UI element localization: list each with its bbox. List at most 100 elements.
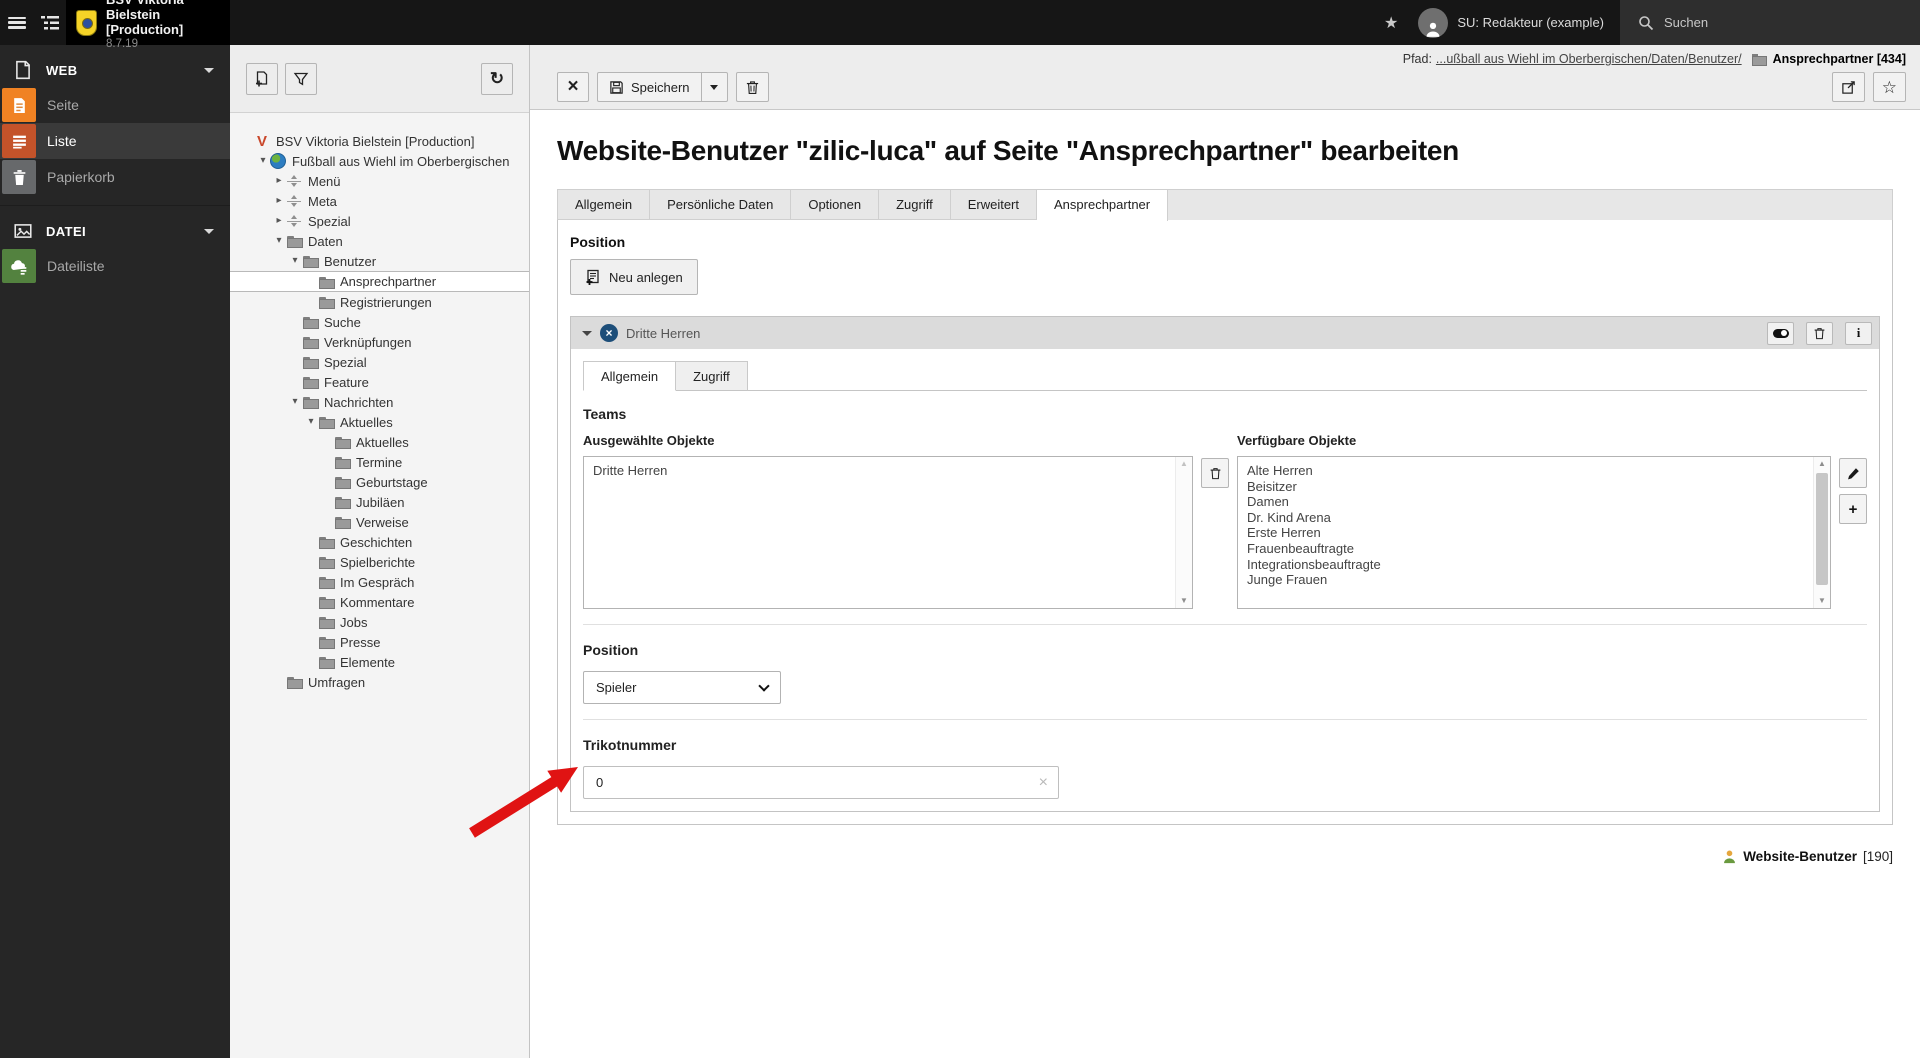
create-new-button[interactable]: Neu anlegen <box>570 259 698 295</box>
scrollbar-thumb[interactable] <box>1816 473 1828 585</box>
save-button[interactable]: Speichern <box>598 73 701 101</box>
collapse-icon[interactable]: ▾ <box>272 236 286 246</box>
listbox-option[interactable]: Dr. Kind Arena <box>1238 510 1808 526</box>
filter-button[interactable] <box>285 62 317 95</box>
inline-record-header[interactable]: × Dritte Herren i <box>571 317 1879 349</box>
tree-node-geschichten[interactable]: Geschichten <box>230 532 529 552</box>
clear-input-icon[interactable]: × <box>1039 774 1048 791</box>
open-in-new-window-button[interactable] <box>1831 72 1865 102</box>
scroll-up-icon[interactable]: ▲ <box>1176 457 1192 471</box>
expand-icon[interactable]: ▸ <box>272 176 286 186</box>
tree-node-ansprechpartner[interactable]: Ansprechpartner <box>230 271 529 292</box>
tree-node-jubil-en[interactable]: Jubiläen <box>230 492 529 512</box>
breadcrumb-path-link[interactable]: ...ußball aus Wiehl im Oberbergischen/Da… <box>1436 52 1742 66</box>
scroll-up-icon[interactable]: ▲ <box>1814 457 1830 471</box>
tree-node-im-gespr-ch[interactable]: Im Gespräch <box>230 572 529 592</box>
remove-selected-button[interactable] <box>1201 458 1229 488</box>
tab-allgemein[interactable]: Allgemein <box>583 361 677 391</box>
new-page-button[interactable] <box>246 62 278 95</box>
site-logo-block[interactable]: BSV Viktoria Bielstein [Production] 8.7.… <box>66 0 230 50</box>
listbox-option[interactable]: Beisitzer <box>1238 479 1808 495</box>
tree-node-umfragen[interactable]: Umfragen <box>230 672 529 692</box>
scroll-down-icon[interactable]: ▼ <box>1176 594 1192 608</box>
sidebar-item-papierkorb[interactable]: Papierkorb <box>0 159 230 195</box>
bookmark-button[interactable]: ☆ <box>1872 72 1906 102</box>
trikotnummer-input[interactable] <box>594 774 1039 791</box>
tab-erweitert[interactable]: Erweitert <box>950 189 1037 220</box>
collapse-icon[interactable]: ▾ <box>288 256 302 266</box>
tree-node-spezial[interactable]: Spezial <box>230 352 529 372</box>
module-group-datei-label: DATEI <box>46 223 87 239</box>
tree-node-verweise[interactable]: Verweise <box>230 512 529 532</box>
record-delete-button[interactable] <box>1806 321 1833 345</box>
bookmark-star-icon[interactable]: ★ <box>1370 13 1412 33</box>
collapse-icon[interactable]: ▾ <box>288 397 302 407</box>
tree-node-fu-ball-aus-wiehl-im-oberbergischen[interactable]: ▾ Fußball aus Wiehl im Oberbergischen <box>230 151 529 171</box>
tab-allgemein[interactable]: Allgemein <box>557 189 651 220</box>
scrollbar[interactable]: ▲ ▼ <box>1813 457 1830 608</box>
user-menu[interactable]: SU: Redakteur (example) <box>1412 0 1620 45</box>
tab-pers-nliche-daten[interactable]: Persönliche Daten <box>650 189 792 220</box>
tab-optionen[interactable]: Optionen <box>791 189 880 220</box>
listbox-option[interactable]: Integrationsbeauftragte <box>1238 557 1808 573</box>
tree-node-feature[interactable]: Feature <box>230 372 529 392</box>
tree-node-registrierungen[interactable]: Registrierungen <box>230 292 529 312</box>
tree-node-presse[interactable]: Presse <box>230 632 529 652</box>
tree-node-elemente[interactable]: Elemente <box>230 652 529 672</box>
listbox-option[interactable]: Dritte Herren <box>584 463 1170 479</box>
tree-node-geburtstage[interactable]: Geburtstage <box>230 472 529 492</box>
tree-node-aktuelles[interactable]: ▾ Aktuelles <box>230 412 529 432</box>
module-group-datei[interactable]: DATEI <box>0 214 230 248</box>
tree-node-verkn-pfungen[interactable]: Verknüpfungen <box>230 332 529 352</box>
edit-objects-button[interactable] <box>1839 458 1867 488</box>
collapse-icon[interactable]: ▾ <box>256 156 270 166</box>
save-options-button[interactable] <box>700 73 727 101</box>
toolbar-search[interactable]: Suchen <box>1620 0 1920 45</box>
tree-node-suche[interactable]: Suche <box>230 312 529 332</box>
listbox-option[interactable]: Frauenbeauftragte <box>1238 541 1808 557</box>
tree-node-kommentare[interactable]: Kommentare <box>230 592 529 612</box>
sidebar-item-liste[interactable]: Liste <box>0 123 230 159</box>
tree-node-label: Kommentare <box>340 594 415 610</box>
available-objects-listbox[interactable]: ▲ ▼ Alte Herren Beisitzer Damen Dr. Kind Ar… <box>1237 456 1831 609</box>
tree-node-spielberichte[interactable]: Spielberichte <box>230 552 529 572</box>
tree-node-aktuelles[interactable]: Aktuelles <box>230 432 529 452</box>
tree-node-men[interactable]: ▸ Menü <box>230 171 529 191</box>
tree-node-termine[interactable]: Termine <box>230 452 529 472</box>
listbox-option[interactable]: Erste Herren <box>1238 525 1808 541</box>
scroll-down-icon[interactable]: ▼ <box>1814 594 1830 608</box>
delete-button[interactable] <box>735 72 769 102</box>
tree-node-spezial[interactable]: ▸ Spezial <box>230 211 529 231</box>
tree-node-nachrichten[interactable]: ▾ Nachrichten <box>230 392 529 412</box>
tab-ansprechpartner[interactable]: Ansprechpartner <box>1037 189 1169 221</box>
scrollbar[interactable]: ▲ ▼ <box>1175 457 1192 608</box>
listbox-option[interactable]: Damen <box>1238 494 1808 510</box>
tree-node-meta[interactable]: ▸ Meta <box>230 191 529 211</box>
tab-zugriff[interactable]: Zugriff <box>879 189 951 220</box>
listbox-option[interactable]: Junge Frauen <box>1238 572 1808 588</box>
tree-node-benutzer[interactable]: ▾ Benutzer <box>230 251 529 271</box>
collapse-icon[interactable]: ▾ <box>304 417 318 427</box>
pagetree-toggle-button[interactable] <box>33 0 66 45</box>
refresh-tree-button[interactable]: ↻ <box>481 62 513 95</box>
tree-node-daten[interactable]: ▾ Daten <box>230 231 529 251</box>
tab-zugriff[interactable]: Zugriff <box>676 361 748 391</box>
selected-objects-listbox[interactable]: ▲ ▼ Dritte Herren <box>583 456 1193 609</box>
position-select[interactable]: Spieler <box>583 671 781 704</box>
tree-node-jobs[interactable]: Jobs <box>230 612 529 632</box>
expand-icon[interactable]: ▸ <box>272 216 286 226</box>
tree-node-bsv-viktoria-bielstein-production[interactable]: BSV Viktoria Bielstein [Production] <box>230 131 529 151</box>
expand-icon[interactable]: ▸ <box>272 196 286 206</box>
collapse-record-icon[interactable] <box>582 330 592 336</box>
add-object-button[interactable]: + <box>1839 494 1867 524</box>
sidebar-item-dateiliste[interactable]: Dateiliste <box>0 248 230 284</box>
module-group-web[interactable]: WEB <box>0 53 230 87</box>
modulemenu-toggle-button[interactable] <box>0 0 33 45</box>
close-button[interactable]: × <box>557 72 589 102</box>
folder-icon <box>334 434 351 450</box>
listbox-option[interactable]: Alte Herren <box>1238 463 1808 479</box>
sidebar-item-seite[interactable]: Seite <box>0 87 230 123</box>
tree-node-label: BSV Viktoria Bielstein [Production] <box>276 133 475 149</box>
record-info-button[interactable]: i <box>1845 321 1872 345</box>
record-enable-toggle-button[interactable] <box>1767 321 1794 345</box>
